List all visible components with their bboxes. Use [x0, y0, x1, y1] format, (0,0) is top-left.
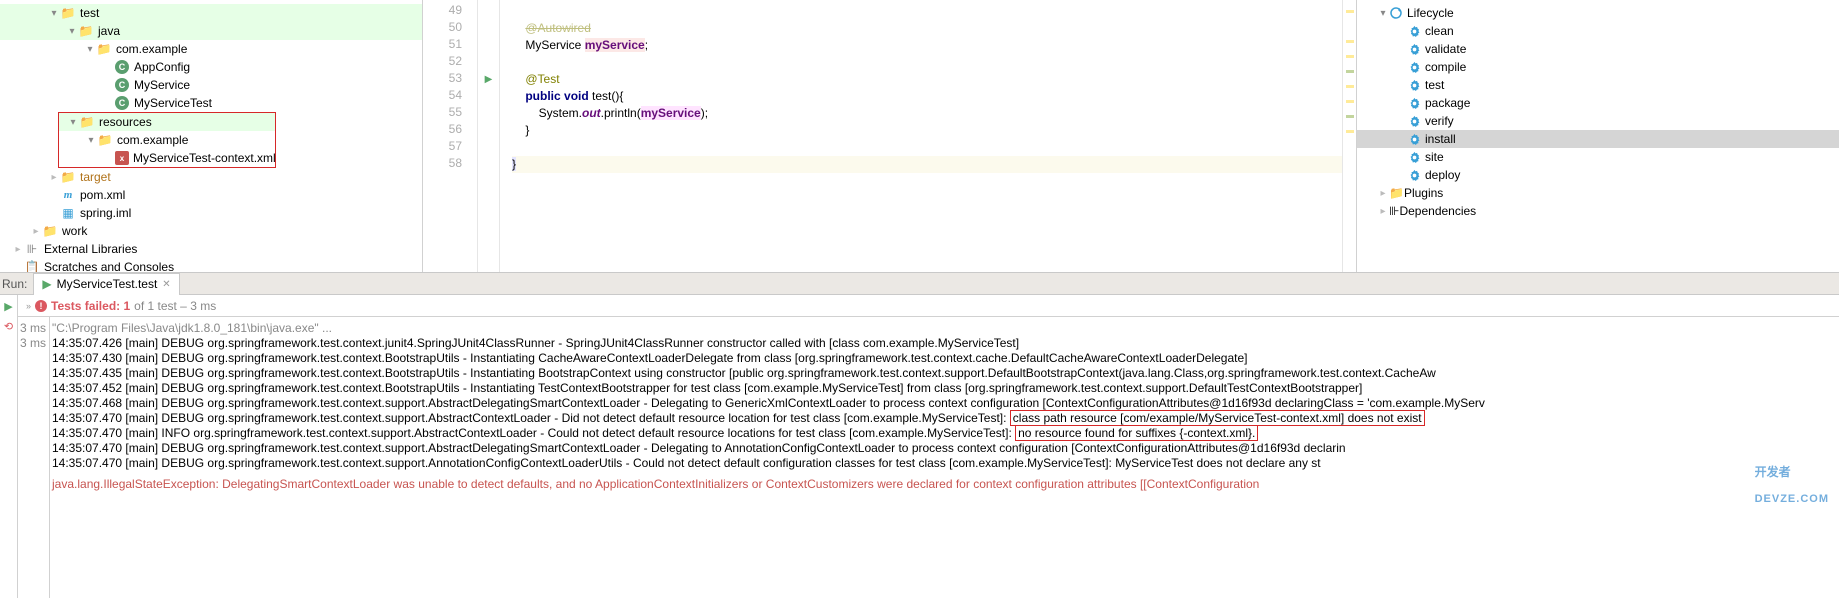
tree-label: resources	[99, 115, 152, 129]
tree-label: spring.iml	[80, 206, 131, 220]
tree-class-myservice[interactable]: CMyService	[0, 76, 422, 94]
gear-icon	[1407, 168, 1421, 182]
tree-target-folder[interactable]: ▸📁target	[0, 168, 422, 186]
close-tab-icon[interactable]: ✕	[162, 279, 170, 290]
gear-icon	[1407, 42, 1421, 56]
highlighted-error-2: no resource found for suffixes {-context…	[1015, 425, 1258, 441]
highlighted-error-1: class path resource [com/example/MyServi…	[1010, 410, 1425, 426]
tree-label: MyServiceTest	[134, 96, 212, 110]
tree-label: pom.xml	[80, 188, 125, 202]
line-number-gutter: 49 50 51 52 53 54 55 56 57 58	[423, 0, 478, 272]
tree-external-libraries[interactable]: ▸⊪External Libraries	[0, 240, 422, 258]
folder-icon: 📁	[1389, 186, 1404, 200]
test-duration-column: 3 ms 3 ms	[18, 317, 50, 598]
run-test-gutter-icon[interactable]: ▶	[485, 74, 493, 85]
tree-pom[interactable]: mpom.xml	[0, 186, 422, 204]
maven-goal-install[interactable]: install	[1357, 130, 1839, 148]
maven-lifecycle-node[interactable]: ▾Lifecycle	[1357, 4, 1839, 22]
fail-status-icon: !	[35, 300, 47, 312]
maven-goal-package[interactable]: package	[1357, 94, 1839, 112]
run-label: Run:	[2, 277, 27, 291]
gear-icon	[1407, 60, 1421, 74]
tree-package-com-example[interactable]: ▾📁com.example	[0, 40, 422, 58]
gear-icon	[1407, 24, 1421, 38]
gear-icon	[1407, 78, 1421, 92]
maven-goal-validate[interactable]: validate	[1357, 40, 1839, 58]
run-tool-header: Run: ▶ MyServiceTest.test ✕	[0, 272, 1839, 295]
gear-icon	[1407, 132, 1421, 146]
run-tab-label: MyServiceTest.test	[57, 277, 158, 291]
tree-iml[interactable]: ▦spring.iml	[0, 204, 422, 222]
tree-label: Scratches and Consoles	[44, 260, 174, 272]
overview-ruler[interactable]	[1342, 0, 1356, 272]
run-toolbar: ▶ ⟲	[0, 295, 18, 598]
tree-test-folder[interactable]: ▾📁test	[0, 4, 422, 22]
tree-label: work	[62, 224, 87, 238]
lifecycle-icon	[1389, 6, 1403, 20]
tree-label: External Libraries	[44, 242, 137, 256]
test-status-bar: » ! Tests failed: 1 of 1 test – 3 ms	[18, 295, 1839, 317]
tree-label: java	[98, 24, 120, 38]
tree-label: com.example	[117, 133, 188, 147]
gear-icon	[1407, 150, 1421, 164]
gutter-icons-column: ▶	[478, 0, 500, 272]
maven-goal-deploy[interactable]: deploy	[1357, 166, 1839, 184]
tree-label: MyService	[134, 78, 190, 92]
tree-resources-folder[interactable]: ▾📁resources	[59, 113, 275, 131]
gear-icon	[1407, 114, 1421, 128]
tree-java-folder[interactable]: ▾📁java	[0, 22, 422, 40]
tree-class-appconfig[interactable]: CAppConfig	[0, 58, 422, 76]
tree-label: test	[80, 6, 99, 20]
tree-class-myservicetest[interactable]: CMyServiceTest	[0, 94, 422, 112]
tree-label: target	[80, 170, 111, 184]
maven-goal-test[interactable]: test	[1357, 76, 1839, 94]
rerun-failed-button[interactable]: ⟲	[2, 319, 16, 333]
rerun-button[interactable]: ▶	[2, 299, 16, 313]
tree-package-resources-com-example[interactable]: ▾📁com.example	[59, 131, 275, 149]
maven-goal-site[interactable]: site	[1357, 148, 1839, 166]
gear-icon	[1407, 96, 1421, 110]
chevron-icon: »	[26, 301, 31, 311]
code-editor[interactable]: 49 50 51 52 53 54 55 56 57 58 ▶ @Autowir…	[423, 0, 1356, 272]
tests-count-text: of 1 test – 3 ms	[134, 299, 216, 313]
tree-label: com.example	[116, 42, 187, 56]
tree-work-folder[interactable]: ▸📁work	[0, 222, 422, 240]
tree-label: MyServiceTest-context.xml	[133, 151, 276, 165]
run-tab[interactable]: ▶ MyServiceTest.test ✕	[33, 273, 179, 295]
project-tree-panel[interactable]: ▾📁test ▾📁java ▾📁com.example CAppConfig C…	[0, 0, 423, 272]
maven-goal-clean[interactable]: clean	[1357, 22, 1839, 40]
maven-dependencies-node[interactable]: ▸⊪Dependencies	[1357, 202, 1839, 220]
tests-failed-text: Tests failed: 1	[51, 299, 130, 313]
maven-goal-verify[interactable]: verify	[1357, 112, 1839, 130]
tree-xml-context[interactable]: xMyServiceTest-context.xml	[59, 149, 275, 167]
maven-goal-compile[interactable]: compile	[1357, 58, 1839, 76]
tree-label: AppConfig	[134, 60, 190, 74]
console-output[interactable]: "C:\Program Files\Java\jdk1.8.0_181\bin\…	[50, 317, 1839, 598]
maven-panel[interactable]: ▾Lifecycle clean validate compile test p…	[1356, 0, 1839, 272]
maven-plugins-node[interactable]: ▸📁Plugins	[1357, 184, 1839, 202]
dependencies-icon: ⊪	[1389, 204, 1399, 218]
tree-scratches[interactable]: 📋Scratches and Consoles	[0, 258, 422, 272]
code-content[interactable]: @Autowired MyService myService; @Test pu…	[500, 0, 1342, 272]
play-icon: ▶	[42, 277, 51, 291]
